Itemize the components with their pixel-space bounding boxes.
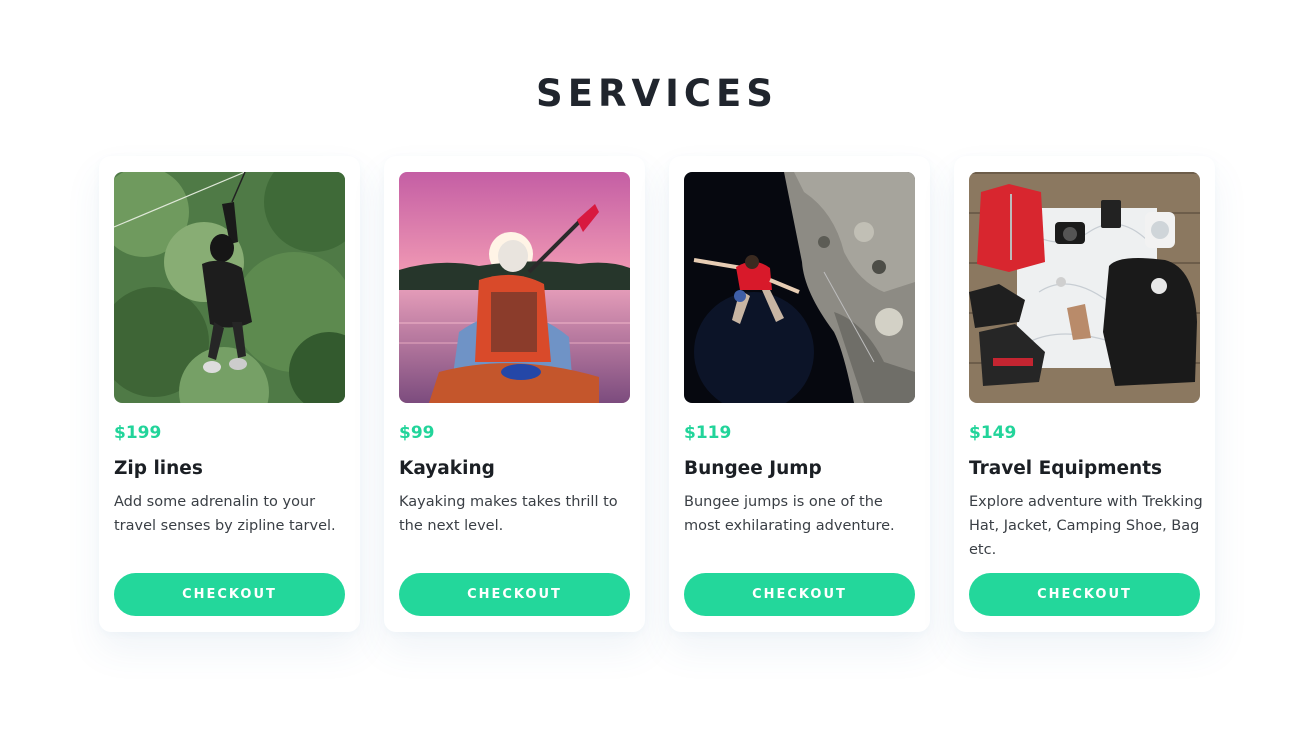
climbing-photo xyxy=(684,172,915,403)
service-price: $199 xyxy=(114,423,162,443)
service-name: Bungee Jump xyxy=(684,458,822,479)
service-price: $149 xyxy=(969,423,1017,443)
service-card-zip-lines: $199 Zip lines Add some adrenalin to you… xyxy=(99,156,360,632)
service-price: $119 xyxy=(684,423,732,443)
service-name: Travel Equipments xyxy=(969,458,1163,479)
service-name: Zip lines xyxy=(114,458,203,479)
checkout-button[interactable]: CHECKOUT xyxy=(684,573,915,616)
checkout-button[interactable]: CHECKOUT xyxy=(969,573,1200,616)
services-page: SERVICES $199 Zip lines Add some adrenal… xyxy=(0,0,1314,739)
service-card-travel-equipments: $149 Travel Equipments Explore adventure… xyxy=(954,156,1215,632)
kayaking-photo xyxy=(399,172,630,403)
service-cards: $199 Zip lines Add some adrenalin to you… xyxy=(99,156,1229,632)
service-description: Kayaking makes takes thrill to the next … xyxy=(399,494,618,534)
service-name: Kayaking xyxy=(399,458,495,479)
service-price: $99 xyxy=(399,423,435,443)
service-card-kayaking: $99 Kayaking Kayaking makes takes thrill… xyxy=(384,156,645,632)
checkout-button[interactable]: CHECKOUT xyxy=(114,573,345,616)
service-card-bungee-jump: $119 Bungee Jump Bungee jumps is one of … xyxy=(669,156,930,632)
checkout-button[interactable]: CHECKOUT xyxy=(399,573,630,616)
service-description: Add some adrenalin to your travel senses… xyxy=(114,494,336,534)
travel-gear-photo xyxy=(969,172,1200,403)
section-title: SERVICES xyxy=(536,72,778,115)
zipline-photo xyxy=(114,172,345,403)
service-description: Explore adventure with Trekking Hat, Jac… xyxy=(969,494,1203,558)
service-description: Bungee jumps is one of the most exhilara… xyxy=(684,494,895,534)
